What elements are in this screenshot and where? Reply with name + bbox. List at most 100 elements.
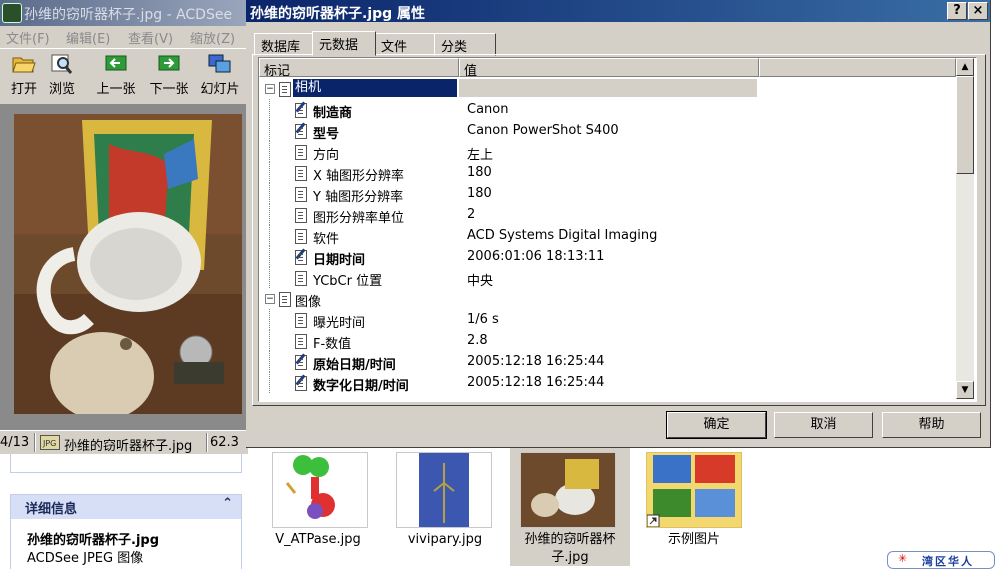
next-label: 下一张 bbox=[149, 82, 189, 97]
tree-guide-line bbox=[269, 225, 271, 246]
dialog-title-bar: 孙维的窃听器杯子.jpg 属性 ? × bbox=[246, 0, 990, 22]
menu-zoom[interactable]: 缩放(Z) bbox=[190, 28, 235, 47]
tag-value: 2 bbox=[467, 207, 476, 222]
slideshow-button[interactable]: 幻灯片 bbox=[194, 51, 246, 97]
tree-guide-line bbox=[269, 141, 271, 162]
metadata-row[interactable]: Y 轴图形分辨率 180 bbox=[259, 183, 956, 205]
tab-file[interactable]: 文件 bbox=[374, 33, 436, 56]
scrollbar-thumb[interactable] bbox=[956, 76, 974, 174]
tab-database[interactable]: 数据库 bbox=[254, 33, 314, 56]
tree-guide-line bbox=[269, 120, 271, 141]
metadata-row[interactable]: 方向 左上 bbox=[259, 141, 956, 163]
metadata-row[interactable]: F-数值 2.8 bbox=[259, 330, 956, 352]
tag-label: 数字化日期/时间 bbox=[313, 379, 409, 394]
group-label: 图像 bbox=[295, 295, 322, 310]
tab-category[interactable]: 分类 bbox=[434, 33, 496, 56]
details-section-body: 孙维的窃听器杯子.jpg ACDSee JPEG 图像 bbox=[10, 519, 242, 569]
tag-label: 原始日期/时间 bbox=[313, 358, 396, 373]
column-label: 值 bbox=[464, 64, 478, 79]
tag-label: YCbCr 位置 bbox=[313, 274, 383, 289]
jpg-file-icon: JPG bbox=[40, 435, 60, 450]
document-icon bbox=[295, 229, 307, 244]
details-section-header[interactable]: 详细信息 ⌃ bbox=[10, 494, 242, 520]
metadata-row[interactable]: 图形分辨率单位 2 bbox=[259, 204, 956, 226]
tab-label: 元数据 bbox=[319, 38, 359, 53]
column-header-value[interactable]: 值 bbox=[459, 58, 759, 79]
image-position: 4/13 bbox=[0, 435, 30, 450]
thumbnail-vivipary[interactable] bbox=[396, 452, 492, 528]
document-icon bbox=[279, 82, 291, 97]
tag-value: 2005:12:18 16:25:44 bbox=[467, 375, 605, 390]
tag-value: 2005:12:18 16:25:44 bbox=[467, 354, 605, 369]
tag-value: 2006:01:06 18:13:11 bbox=[467, 249, 605, 264]
tag-value: Canon PowerShot S400 bbox=[467, 123, 619, 138]
thumbnail-label: vivipary.jpg bbox=[407, 532, 483, 547]
selection-extension bbox=[459, 79, 757, 97]
metadata-row[interactable]: 制造商 Canon bbox=[259, 99, 956, 121]
thumbnail-mug[interactable] bbox=[520, 452, 616, 528]
tree-group-row[interactable]: − 相机 bbox=[259, 78, 956, 99]
tag-label: 日期时间 bbox=[313, 253, 366, 268]
tag-label: F-数值 bbox=[313, 337, 352, 352]
metadata-row[interactable]: YCbCr 位置 中央 bbox=[259, 267, 956, 289]
mug-photo bbox=[14, 114, 242, 414]
menu-view[interactable]: 查看(V) bbox=[128, 28, 173, 47]
close-button[interactable]: × bbox=[968, 2, 988, 20]
watermark-text: 湾区华人 bbox=[922, 555, 974, 568]
column-header-empty bbox=[759, 58, 956, 77]
vertical-scrollbar[interactable]: ▲ ▼ bbox=[956, 58, 974, 399]
thumbnail-v-atpase[interactable] bbox=[272, 452, 368, 528]
metadata-tree-list[interactable]: 标记 值 − 相机 制造商 Canon 型号 Canon PowerShot S400 方向… bbox=[258, 57, 977, 402]
tree-guide-line bbox=[269, 267, 271, 288]
cancel-button[interactable]: 取消 bbox=[774, 412, 873, 438]
atpase-diagram-thumbnail bbox=[273, 453, 367, 527]
metadata-row[interactable]: 曝光时间 1/6 s bbox=[259, 309, 956, 331]
thumbnail-sample-pictures[interactable] bbox=[646, 452, 742, 528]
scroll-down-arrow-icon[interactable]: ▼ bbox=[956, 381, 974, 399]
document-icon bbox=[295, 166, 307, 181]
menu-edit[interactable]: 编辑(E) bbox=[66, 28, 110, 47]
chevron-up-icon[interactable]: ⌃ bbox=[222, 496, 233, 511]
metadata-row[interactable]: 原始日期/时间 2005:12:18 16:25:44 bbox=[259, 351, 956, 373]
metadata-row[interactable]: 日期时间 2006:01:06 18:13:11 bbox=[259, 246, 956, 268]
editable-field-icon bbox=[295, 250, 307, 265]
tree-guide-line bbox=[269, 246, 271, 267]
previous-button[interactable]: 上一张 bbox=[90, 51, 142, 97]
tree-guide-line bbox=[269, 351, 271, 372]
tab-label: 文件 bbox=[381, 40, 408, 55]
browse-magnifier-icon bbox=[51, 54, 73, 74]
vivipary-thumbnail bbox=[397, 453, 491, 527]
slideshow-icon bbox=[208, 54, 231, 73]
tag-value: 中央 bbox=[467, 274, 494, 289]
tag-label: X 轴图形分辨率 bbox=[313, 169, 405, 184]
column-header-tag[interactable]: 标记 bbox=[259, 58, 459, 79]
help-button[interactable]: 帮助 bbox=[882, 412, 981, 438]
editable-field-icon bbox=[295, 124, 307, 139]
tag-value: 2.8 bbox=[467, 333, 488, 348]
details-filename: 孙维的窃听器杯子.jpg bbox=[27, 533, 160, 548]
tree-guide-line bbox=[269, 204, 271, 225]
menu-file[interactable]: 文件(F) bbox=[6, 28, 50, 47]
previous-label: 上一张 bbox=[96, 82, 136, 97]
document-icon bbox=[295, 145, 307, 160]
ok-button[interactable]: 确定 bbox=[666, 411, 767, 439]
editable-field-icon bbox=[295, 355, 307, 370]
metadata-row[interactable]: X 轴图形分辨率 180 bbox=[259, 162, 956, 184]
tag-label: 制造商 bbox=[313, 106, 353, 121]
next-button[interactable]: 下一张 bbox=[143, 51, 195, 97]
tree-guide-line bbox=[269, 183, 271, 204]
scroll-up-arrow-icon[interactable]: ▲ bbox=[956, 58, 974, 76]
metadata-row[interactable]: 软件 ACD Systems Digital Imaging bbox=[259, 225, 956, 247]
metadata-row[interactable]: 数字化日期/时间 2005:12:18 16:25:44 bbox=[259, 372, 956, 394]
collapse-toggle-icon[interactable]: − bbox=[265, 294, 275, 304]
browse-label: 浏览 bbox=[48, 82, 75, 97]
tab-metadata[interactable]: 元数据 bbox=[312, 31, 376, 56]
slideshow-label: 幻灯片 bbox=[200, 82, 240, 97]
browse-button[interactable]: 浏览 bbox=[38, 51, 86, 97]
metadata-row[interactable]: 型号 Canon PowerShot S400 bbox=[259, 120, 956, 142]
document-icon bbox=[295, 334, 307, 349]
status-filesize: 62.3 bbox=[210, 435, 239, 450]
collapse-toggle-icon[interactable]: − bbox=[265, 84, 275, 94]
tree-group-row[interactable]: − 图像 bbox=[259, 288, 956, 310]
help-caption-button[interactable]: ? bbox=[947, 2, 967, 20]
